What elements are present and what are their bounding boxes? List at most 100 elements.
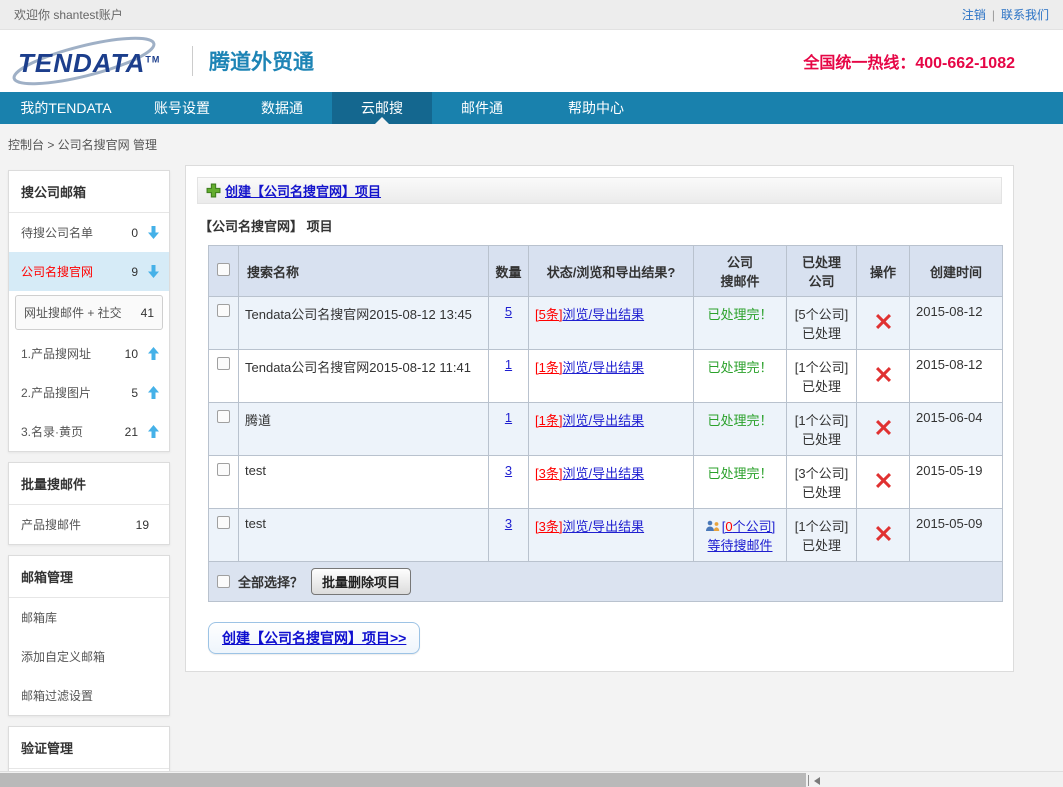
waiting-search-mail-link[interactable]: 等待搜邮件 bbox=[707, 538, 772, 553]
row-checkbox[interactable] bbox=[217, 463, 230, 476]
delete-x-icon[interactable] bbox=[876, 367, 891, 382]
browse-export-link[interactable]: 浏览/导出结果 bbox=[562, 466, 644, 481]
down-arrow-icon bbox=[148, 265, 159, 278]
sidebar-item-mailbox-filter-settings[interactable]: 邮箱过滤设置 bbox=[9, 676, 169, 715]
header: TENDATATM 腾道外贸通 全国统一热线：400-662-1082 bbox=[0, 30, 1063, 92]
project-name: Tendata公司名搜官网2015-08-12 11:41 bbox=[239, 350, 489, 403]
tendata-logo: TENDATATM bbox=[10, 33, 180, 89]
result-count-link[interactable]: [1条] bbox=[535, 360, 562, 375]
sidebar-item-label: 公司名搜官网 bbox=[21, 263, 131, 280]
sidebar-section-title: 搜公司邮箱 bbox=[9, 171, 169, 213]
project-name: 腾道 bbox=[239, 403, 489, 456]
column-created-time: 创建时间 bbox=[910, 246, 1003, 297]
nav-item-help-center[interactable]: 帮助中心 bbox=[532, 92, 660, 124]
table-footer-row: 全部选择？ 批量删除项目 bbox=[209, 562, 1003, 602]
nav-item-account-settings[interactable]: 账号设置 bbox=[132, 92, 232, 124]
nav-item-mail-pass[interactable]: 邮件通 bbox=[432, 92, 532, 124]
nav-item-my-tendata[interactable]: 我的TENDATA bbox=[0, 92, 132, 124]
mail-status: 已处理完！ bbox=[707, 307, 772, 322]
sidebar-item-product-search-image[interactable]: 2.产品搜图片 5 bbox=[9, 373, 169, 412]
select-all-checkbox[interactable] bbox=[217, 575, 230, 588]
nav-item-data-pass[interactable]: 数据通 bbox=[232, 92, 332, 124]
processed-count: [1个公司] bbox=[795, 360, 848, 375]
created-date: 2015-08-12 bbox=[910, 297, 1003, 350]
quantity-link[interactable]: 3 bbox=[505, 463, 512, 478]
trademark-symbol: TM bbox=[145, 54, 160, 64]
result-count-link[interactable]: [3条] bbox=[535, 466, 562, 481]
created-date: 2015-05-09 bbox=[910, 509, 1003, 562]
create-project-button[interactable]: 创建【公司名搜官网】项目>> bbox=[208, 622, 420, 654]
sidebar-item-label: 产品搜邮件 bbox=[21, 516, 136, 533]
sidebar-item-pending-company-list[interactable]: 待搜公司名单 0 bbox=[9, 213, 169, 252]
panel-title: 【公司名搜官网】 项目 bbox=[199, 216, 1000, 235]
sidebar-item-count: 9 bbox=[131, 265, 138, 279]
delete-x-icon[interactable] bbox=[876, 473, 891, 488]
row-checkbox[interactable] bbox=[217, 304, 230, 317]
quantity-link[interactable]: 5 bbox=[505, 304, 512, 319]
create-project-link[interactable]: 创建【公司名搜官网】项目 bbox=[225, 181, 381, 200]
scrollbar-divider bbox=[808, 775, 809, 786]
bracket-rest: 个公司] bbox=[733, 519, 776, 534]
sidebar: 搜公司邮箱 待搜公司名单 0 公司名搜官网 9 网址搜邮件 + 社交 41 1.… bbox=[8, 170, 170, 787]
column-action: 操作 bbox=[857, 246, 910, 297]
create-project-bar: 创建【公司名搜官网】项目 bbox=[197, 177, 1002, 204]
sidebar-item-product-search-mail[interactable]: 产品搜邮件 19 bbox=[9, 505, 169, 544]
browse-export-link[interactable]: 浏览/导出结果 bbox=[562, 519, 644, 534]
sidebar-item-product-search-url[interactable]: 1.产品搜网址 10 bbox=[9, 334, 169, 373]
result-count-link[interactable]: [5条] bbox=[535, 307, 562, 322]
sidebar-item-label: 添加自定义邮箱 bbox=[21, 648, 159, 665]
contact-us-link[interactable]: 联系我们 bbox=[1001, 8, 1049, 22]
sidebar-item-mailbox-library[interactable]: 邮箱库 bbox=[9, 598, 169, 637]
logout-link[interactable]: 注销 bbox=[962, 8, 986, 22]
result-count-link[interactable]: [1条] bbox=[535, 413, 562, 428]
select-all-header-checkbox[interactable] bbox=[217, 263, 230, 276]
sidebar-item-add-custom-mailbox[interactable]: 添加自定义邮箱 bbox=[9, 637, 169, 676]
header-divider bbox=[192, 46, 193, 76]
browse-export-link[interactable]: 浏览/导出结果 bbox=[562, 307, 644, 322]
select-all-label: 全部选择？ bbox=[238, 572, 303, 591]
created-date: 2015-05-19 bbox=[910, 456, 1003, 509]
delete-x-icon[interactable] bbox=[876, 420, 891, 435]
scrollbar-thumb[interactable] bbox=[0, 773, 806, 787]
processed-label: 已处理 bbox=[802, 538, 841, 553]
sidebar-item-company-name-search[interactable]: 公司名搜官网 9 bbox=[9, 252, 169, 291]
sidebar-item-url-search-social[interactable]: 网址搜邮件 + 社交 41 bbox=[15, 295, 163, 330]
top-bar: 欢迎你 shantest账户 注销|联系我们 bbox=[0, 0, 1063, 30]
column-quantity: 数量 bbox=[489, 246, 529, 297]
sidebar-item-count: 19 bbox=[136, 518, 149, 532]
project-name: test bbox=[239, 456, 489, 509]
horizontal-scrollbar[interactable] bbox=[0, 771, 1063, 787]
row-checkbox[interactable] bbox=[217, 357, 230, 370]
up-arrow-icon bbox=[148, 386, 159, 399]
welcome-text: 欢迎你 shantest账户 bbox=[14, 6, 123, 23]
sidebar-item-directory-yellow-pages[interactable]: 3.名录·黄页 21 bbox=[9, 412, 169, 451]
delete-x-icon[interactable] bbox=[876, 314, 891, 329]
processed-count: [3个公司] bbox=[795, 466, 848, 481]
active-tab-arrow-icon bbox=[375, 117, 389, 124]
sidebar-item-count: 21 bbox=[125, 425, 138, 439]
browse-export-link[interactable]: 浏览/导出结果 bbox=[562, 360, 644, 375]
project-name: test bbox=[239, 509, 489, 562]
result-count-link[interactable]: [3条] bbox=[535, 519, 562, 534]
processed-label: 已处理 bbox=[802, 432, 841, 447]
row-checkbox[interactable] bbox=[217, 410, 230, 423]
scrollbar-left-arrow-icon[interactable] bbox=[814, 777, 820, 785]
browse-export-link[interactable]: 浏览/导出结果 bbox=[562, 413, 644, 428]
wait-companies-link[interactable]: [0个公司] bbox=[722, 519, 775, 534]
quantity-link[interactable]: 3 bbox=[505, 516, 512, 531]
up-arrow-icon bbox=[148, 347, 159, 360]
batch-delete-button[interactable]: 批量删除项目 bbox=[311, 568, 411, 595]
mail-status: 已处理完！ bbox=[707, 466, 772, 481]
column-search-name: 搜索名称 bbox=[239, 246, 489, 297]
quantity-link[interactable]: 1 bbox=[505, 357, 512, 372]
sidebar-item-count: 41 bbox=[141, 306, 154, 320]
up-arrow-icon bbox=[148, 425, 159, 438]
sidebar-section-title: 邮箱管理 bbox=[9, 556, 169, 598]
nav-item-label: 云邮搜 bbox=[361, 100, 403, 116]
row-checkbox[interactable] bbox=[217, 516, 230, 529]
nav-item-cloud-mail-search[interactable]: 云邮搜 bbox=[332, 92, 432, 124]
delete-x-icon[interactable] bbox=[876, 526, 891, 541]
column-company-mail-search: 公司 搜邮件 bbox=[694, 246, 787, 297]
quantity-link[interactable]: 1 bbox=[505, 410, 512, 425]
header-checkbox-cell bbox=[209, 246, 239, 297]
